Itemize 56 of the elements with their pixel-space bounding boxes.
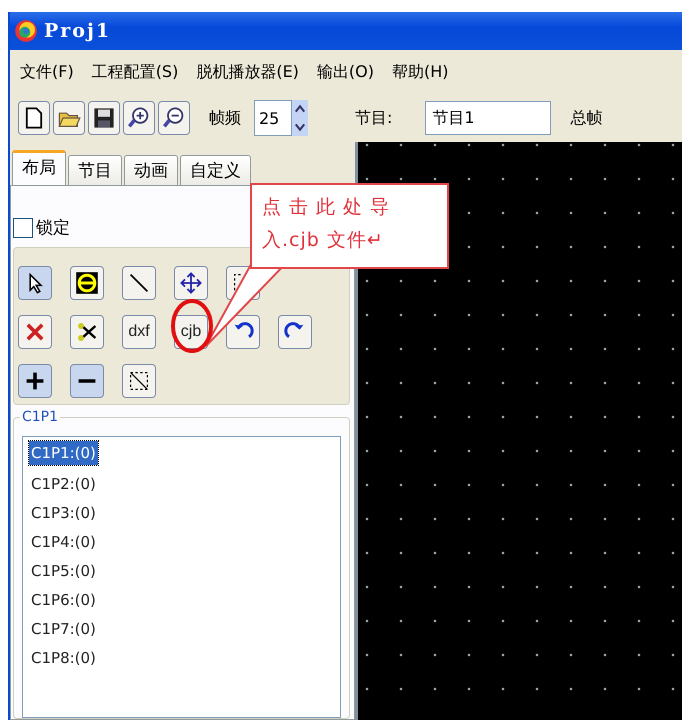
diagonal-box-icon [130,372,148,390]
scissors-button[interactable] [70,315,104,349]
app-logo-icon [14,19,38,43]
redo-icon [284,322,304,338]
marquee-icon [234,274,241,292]
total-frames-label: 总帧 [570,108,602,128]
new-file-button[interactable] [18,101,50,135]
frame-rate-label: 帧频 [209,108,241,128]
tool-button[interactable]: dxf [122,315,156,349]
menu-item[interactable]: 文件(F) [20,62,74,82]
list-item[interactable]: C1P5:(0) [29,557,98,586]
line-button[interactable] [122,266,156,300]
save-button[interactable] [88,101,120,135]
callout-text: 点 击 此 处 导 入.cjb 文件↵ [250,183,449,269]
window-title: Proj1 [44,20,112,42]
minus-icon [78,379,96,383]
diagonal-box-button[interactable] [122,364,156,398]
undo-icon [234,322,254,338]
move-icon [180,272,202,294]
list-item[interactable]: C1P7:(0) [29,615,98,644]
tab[interactable]: 节目 [68,155,122,185]
menu-item[interactable]: 工程配置(S) [92,62,178,82]
tab[interactable]: 布局 [12,150,66,185]
scissors-icon [78,323,97,341]
list-item[interactable]: C1P4:(0) [29,528,98,557]
list-item[interactable]: C1P6:(0) [29,586,98,615]
ring-icon [76,272,98,294]
list-item[interactable]: C1P2:(0) [29,470,98,499]
lock-checkbox[interactable] [13,218,33,238]
list-item[interactable]: C1P3:(0) [29,499,98,528]
tab[interactable]: 动画 [124,155,178,185]
redo-button[interactable] [278,315,312,349]
zoom-out-button[interactable] [158,101,190,135]
undo-button[interactable] [226,315,260,349]
plus-icon [24,370,46,392]
delete-icon [26,323,44,341]
plus-button[interactable] [18,364,52,398]
tab[interactable]: 自定义 [180,155,251,185]
program-label: 节目: [355,108,392,128]
list-item[interactable]: C1P1:(0) [29,441,98,465]
list-item[interactable]: C1P8:(0) [29,644,98,673]
menu-item[interactable]: 脱机播放器(E) [196,62,299,82]
highlight-ellipse [170,298,214,354]
minus-button[interactable] [70,364,104,398]
lock-label: 锁定 [36,217,70,239]
pointer-icon [29,272,43,294]
pointer-button[interactable] [18,266,52,300]
menu-item[interactable]: 帮助(H) [392,62,449,82]
move-button[interactable] [174,266,208,300]
line-icon [130,274,148,292]
open-folder-button[interactable] [53,101,85,135]
menu-item[interactable]: 输出(O) [316,62,374,82]
ring-button[interactable] [70,266,104,300]
delete-button[interactable] [18,315,52,349]
zoom-in-button[interactable] [123,101,155,135]
program-field[interactable]: 节目1 [425,101,552,135]
